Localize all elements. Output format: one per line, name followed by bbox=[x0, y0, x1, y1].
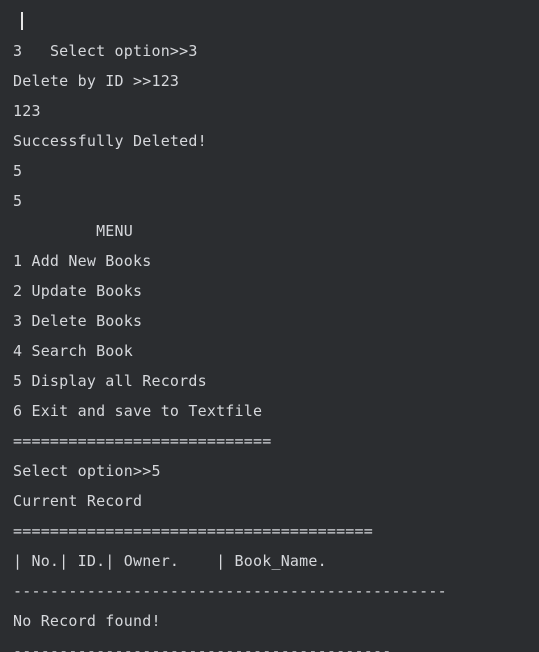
record-heading: Current Record bbox=[13, 492, 143, 510]
menu-item-exit: 6 Exit and save to Textfile bbox=[13, 402, 263, 420]
console-line-status: Successfully Deleted! bbox=[13, 132, 207, 150]
console-line-prompt-delete: Delete by ID >>123 bbox=[13, 72, 180, 90]
console-output[interactable]: Select option>>3 3 Delete by ID >>123 12… bbox=[0, 0, 539, 652]
text-cursor bbox=[21, 12, 23, 30]
console-line-input: 123 bbox=[13, 102, 41, 120]
record-table-divider: ----------------------------------------… bbox=[13, 642, 392, 652]
menu-item-search: 4 Search Book bbox=[13, 342, 133, 360]
record-table-header: | No.| ID.| Owner. | Book_Name. bbox=[13, 552, 327, 570]
record-empty-message: No Record found! bbox=[13, 612, 161, 630]
console-line-input: 5 bbox=[13, 192, 23, 210]
console-line-prompt-select: Select option>>3 bbox=[13, 6, 539, 60]
record-table-divider: ----------------------------------------… bbox=[13, 582, 447, 600]
menu-item-update: 2 Update Books bbox=[13, 282, 143, 300]
menu-item-delete: 3 Delete Books bbox=[13, 312, 143, 330]
console-line-input: 5 bbox=[13, 162, 23, 180]
menu-item-add: 1 Add New Books bbox=[13, 252, 152, 270]
menu-divider: ============================ bbox=[13, 432, 272, 450]
menu-item-display: 5 Display all Records bbox=[13, 372, 207, 390]
console-line-text: Select option>>3 bbox=[49, 42, 198, 60]
console-line-prompt-select: Select option>>5 bbox=[13, 462, 161, 480]
record-divider: ======================================= bbox=[13, 522, 373, 540]
menu-title: MENU bbox=[13, 222, 133, 240]
